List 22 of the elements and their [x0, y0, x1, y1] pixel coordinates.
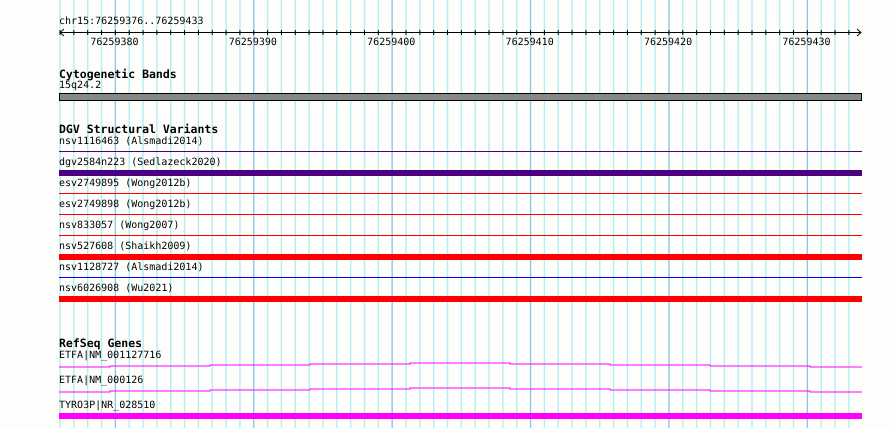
feature-label: esv2749895 (Wong2012b) [59, 178, 192, 190]
tick-label: 76259410 [506, 37, 554, 49]
feature-label: TYRO3P|NR_028510 [59, 400, 156, 412]
location-label: chr15:76259376..76259433 [59, 15, 204, 28]
tick-label: 76259380 [90, 37, 139, 49]
feature-label: nsv1128727 (Alsmadi2014) [59, 262, 204, 274]
feature-label: nsv527608 (Shaikh2009) [59, 241, 192, 253]
track-title: Cytogenetic Bands [59, 68, 177, 80]
feature-label: ETFA|NM_000126 [59, 375, 144, 387]
feature-label: esv2749898 (Wong2012b) [59, 199, 192, 211]
feature-label: nsv6026908 (Wu2021) [59, 283, 174, 295]
tick-label: 76259390 [228, 37, 277, 49]
band-label: 15q24.2 [59, 80, 102, 92]
feature-label: ETFA|NM_001127716 [59, 350, 162, 362]
tick-label: 76259430 [782, 37, 831, 49]
tick-label: 76259420 [644, 37, 692, 49]
tick-label: 76259400 [367, 37, 416, 49]
track-title: RefSeq Genes [59, 337, 142, 349]
feature-label: nsv1116463 (Alsmadi2014) [59, 136, 204, 148]
feature-label: nsv833057 (Wong2007) [59, 220, 180, 232]
track-title: DGV Structural Variants [59, 123, 218, 135]
feature-label: dgv2584n223 (Sedlazeck2020) [59, 157, 222, 169]
